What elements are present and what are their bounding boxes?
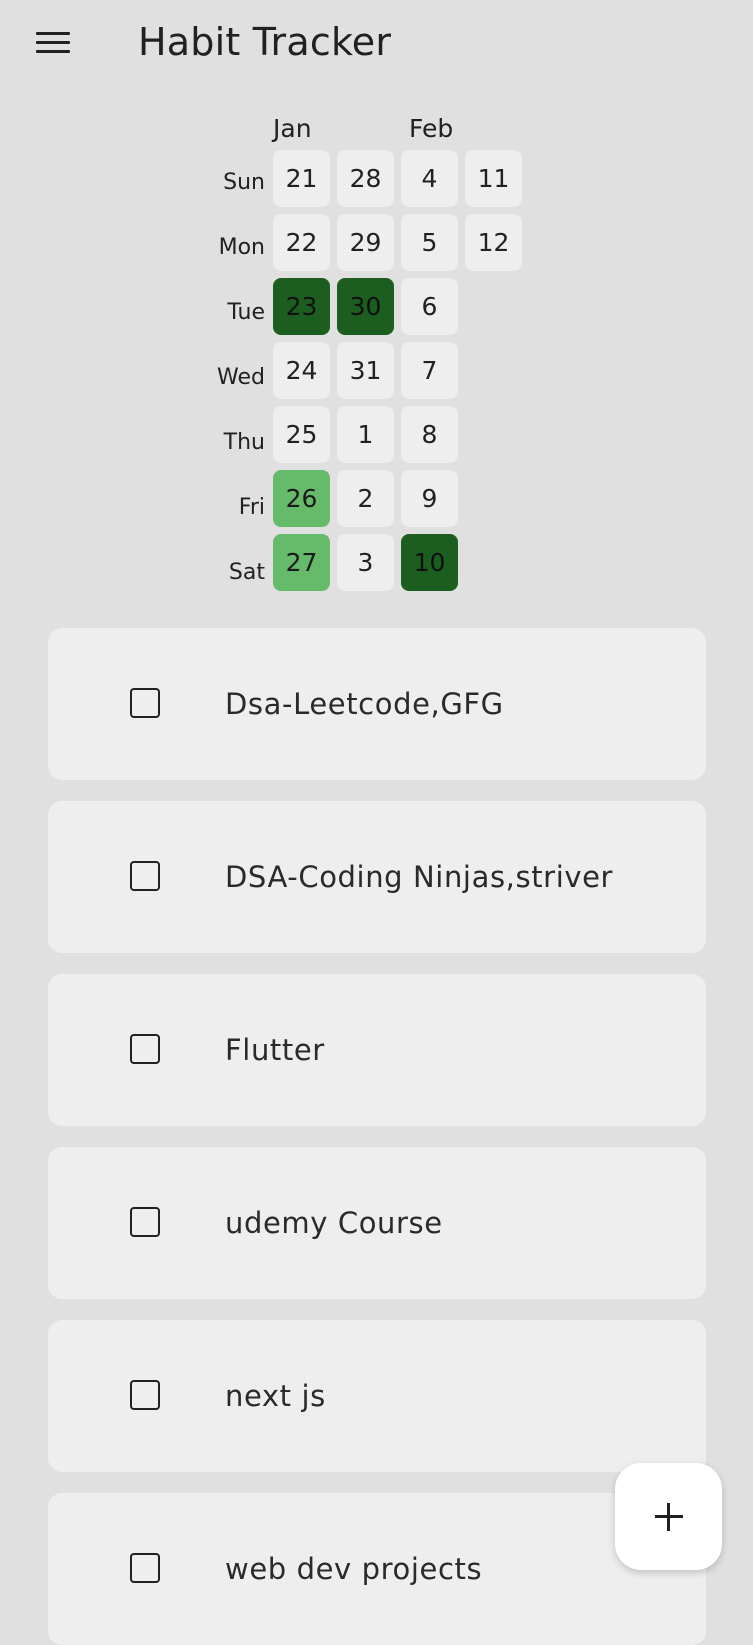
day-label-tue: Tue bbox=[227, 300, 265, 325]
heatmap-day-cell: 1 bbox=[337, 406, 394, 463]
habit-checkbox[interactable] bbox=[130, 1034, 160, 1064]
heatmap-day-cell: 21 bbox=[273, 150, 330, 207]
heatmap-day-cell: 30 bbox=[337, 278, 394, 335]
heatmap-day-cell: 26 bbox=[273, 470, 330, 527]
month-label-jan: Jan bbox=[273, 114, 312, 143]
heatmap-day-cell: 27 bbox=[273, 534, 330, 591]
habit-card[interactable]: Dsa-Leetcode,GFG bbox=[48, 628, 706, 780]
heatmap-day-cell: 9 bbox=[401, 470, 458, 527]
habit-card[interactable]: DSA-Coding Ninjas,striver bbox=[48, 801, 706, 953]
heatmap-day-cell: 25 bbox=[273, 406, 330, 463]
habit-card[interactable]: udemy Course bbox=[48, 1147, 706, 1299]
habit-checkbox[interactable] bbox=[130, 861, 160, 891]
habit-card[interactable]: next js bbox=[48, 1320, 706, 1472]
heatmap-day-cell: 7 bbox=[401, 342, 458, 399]
day-label-sun: Sun bbox=[223, 170, 265, 195]
habit-checkbox[interactable] bbox=[130, 688, 160, 718]
habit-heatmap: Jan Feb Sun Mon Tue Wed Thu Fri Sat 21 22… bbox=[0, 0, 753, 610]
heatmap-day-cell: 2 bbox=[337, 470, 394, 527]
month-label-feb: Feb bbox=[409, 114, 454, 143]
heatmap-day-cell: 4 bbox=[401, 150, 458, 207]
add-habit-button[interactable] bbox=[615, 1463, 722, 1570]
habit-name: Flutter bbox=[225, 1033, 325, 1067]
habit-name: udemy Course bbox=[225, 1206, 443, 1240]
heatmap-day-cell: 23 bbox=[273, 278, 330, 335]
heatmap-day-cell: 24 bbox=[273, 342, 330, 399]
habit-name: Dsa-Leetcode,GFG bbox=[225, 687, 504, 721]
heatmap-day-cell: 3 bbox=[337, 534, 394, 591]
habit-checkbox[interactable] bbox=[130, 1553, 160, 1583]
day-label-mon: Mon bbox=[218, 235, 265, 260]
heatmap-day-cell: 6 bbox=[401, 278, 458, 335]
day-label-thu: Thu bbox=[223, 430, 265, 455]
heatmap-day-cell: 31 bbox=[337, 342, 394, 399]
day-label-sat: Sat bbox=[228, 560, 265, 585]
heatmap-day-cell: 29 bbox=[337, 214, 394, 271]
heatmap-day-cell: 5 bbox=[401, 214, 458, 271]
habit-name: DSA-Coding Ninjas,striver bbox=[225, 860, 614, 894]
heatmap-day-cell: 28 bbox=[337, 150, 394, 207]
habit-name: next js bbox=[225, 1379, 326, 1413]
heatmap-day-cell: 11 bbox=[465, 150, 522, 207]
day-label-wed: Wed bbox=[217, 365, 265, 390]
heatmap-day-cell: 8 bbox=[401, 406, 458, 463]
heatmap-day-cell: 10 bbox=[401, 534, 458, 591]
habit-card[interactable]: Flutter bbox=[48, 974, 706, 1126]
habit-checkbox[interactable] bbox=[130, 1207, 160, 1237]
habit-checkbox[interactable] bbox=[130, 1380, 160, 1410]
habit-name: web dev projects bbox=[225, 1552, 483, 1586]
heatmap-day-cell: 12 bbox=[465, 214, 522, 271]
day-label-fri: Fri bbox=[238, 495, 265, 520]
habit-card[interactable]: web dev projects bbox=[48, 1493, 706, 1645]
plus-icon bbox=[667, 1503, 670, 1531]
heatmap-day-cell: 22 bbox=[273, 214, 330, 271]
